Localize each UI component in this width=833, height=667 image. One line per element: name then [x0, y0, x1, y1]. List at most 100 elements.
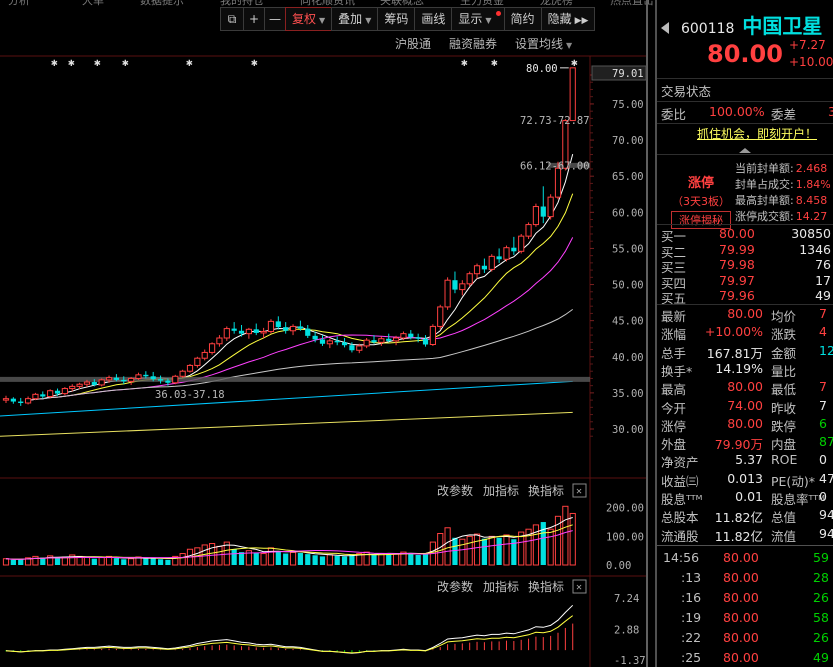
event-marker-icon[interactable]: ✱: [186, 56, 193, 69]
stat-label-2: 涨跌: [771, 327, 797, 343]
buy-row[interactable]: 买一 80.00 30850: [661, 226, 833, 244]
stat-label: 涨幅: [661, 327, 687, 343]
candle-body: [32, 393, 39, 400]
candle-body: [371, 340, 377, 343]
stat-row: 总手 167.81万金额 128: [661, 343, 833, 361]
candle-body: [267, 320, 275, 332]
stat-label-2: PE(动)*: [771, 473, 815, 489]
volume-bar: [452, 537, 458, 565]
candle-body: [69, 385, 76, 390]
macd-add-link[interactable]: 加指标: [483, 579, 519, 594]
vol-add-link[interactable]: 加指标: [483, 483, 519, 498]
weicha-value: 3: [828, 104, 833, 119]
stat-label: 今开: [661, 400, 687, 416]
expand-icon[interactable]: [657, 141, 833, 153]
volume-bar: [334, 555, 340, 565]
candle-body: [319, 339, 326, 344]
vol-switch-link[interactable]: 换指标: [528, 483, 564, 498]
stat-label-2: 均价: [771, 309, 797, 324]
kline-chart[interactable]: 79.01 75.00 70.00 65.00 60.00 55.00 50.00 45.00…: [0, 0, 648, 667]
event-marker-icon[interactable]: ✱: [491, 56, 498, 69]
volume-bar: [157, 559, 164, 565]
tick-price: 80.00: [723, 650, 759, 665]
candle-body: [54, 390, 61, 394]
candle-body: [98, 379, 105, 386]
price-tick-label: 30.00: [612, 424, 644, 436]
buy-row[interactable]: 买二 79.99 1346: [661, 242, 833, 260]
candle-body: [18, 401, 24, 403]
stat-label: 涨停: [661, 418, 687, 434]
stat-row: 换手* 14.19% 量比: [661, 361, 833, 379]
tick-row: 14:56 80.00 59: [661, 550, 833, 568]
collapse-arrow-icon[interactable]: [661, 22, 669, 34]
vol-param-link[interactable]: 改参数: [437, 483, 473, 498]
stat-row: 净资产 5.37 ROE 0: [661, 452, 833, 470]
event-marker-icon[interactable]: ✱: [94, 56, 101, 69]
volume-bar: [98, 557, 105, 566]
stat-value-2: 128: [819, 342, 833, 358]
buy-price: 80.00: [719, 226, 755, 241]
event-marker-icon[interactable]: ✱: [571, 56, 578, 69]
stat-value: 74.00: [727, 397, 763, 413]
stat-value: 11.82亿: [714, 510, 763, 526]
limit-stat-value: 1.84%: [795, 178, 831, 191]
volume-bar: [422, 552, 429, 565]
high-annotation: 80.00: [526, 63, 558, 75]
macd-switch-link[interactable]: 换指标: [528, 579, 564, 594]
candle-body: [150, 376, 156, 380]
stat-label-2: 股息率ᵀᵀᴹ: [771, 492, 825, 507]
candle-body: [312, 335, 318, 340]
candle-body: [253, 329, 259, 333]
volume-bar: [260, 553, 267, 566]
event-marker-icon[interactable]: ✱: [251, 56, 258, 69]
close-icon: ✕: [576, 486, 582, 497]
stat-label: 收益㈢: [661, 473, 699, 489]
volume-bar: [231, 549, 237, 565]
candle-body: [289, 325, 297, 332]
volume-bar: [562, 505, 569, 566]
candle-body: [452, 280, 458, 290]
stat-row: 涨停 80.00 跌停 6: [661, 416, 833, 434]
volume-bar: [267, 547, 275, 566]
buy-row[interactable]: 买四 79.97 17: [661, 273, 833, 291]
ma-line: [28, 153, 574, 401]
volume-bar: [128, 558, 135, 566]
stat-value: 14.19%: [715, 360, 763, 376]
buy-volume: 76: [815, 257, 831, 272]
buy-row[interactable]: 买五 79.96 49: [661, 288, 833, 306]
tick-row: :13 80.00 28: [661, 570, 833, 588]
event-marker-icon[interactable]: ✱: [122, 56, 129, 69]
volume-bar: [319, 556, 326, 565]
tick-time: :25: [681, 650, 702, 665]
volume-bar: [326, 554, 333, 566]
macd-dif-line: [5, 604, 574, 654]
buy-volume: 30850: [791, 226, 831, 241]
band-annotation: 66.12-67.00: [520, 160, 590, 172]
stat-value-2: 7: [819, 397, 827, 413]
stat-row: 股息ᵀᵀᴹ 0.01 股息率ᵀᵀᴹ 0: [661, 489, 833, 507]
event-marker-icon[interactable]: ✱: [51, 56, 58, 69]
candle-body: [10, 398, 16, 402]
stat-row: 涨幅 +10.00% 涨跌 4: [661, 324, 833, 342]
weibi-value: 100.00%: [709, 104, 765, 119]
volume-bar: [437, 533, 444, 566]
volume-bar: [305, 554, 311, 565]
candle-body: [547, 196, 554, 218]
buy-row[interactable]: 买三 79.98 76: [661, 257, 833, 275]
vol-tick-label: 200.00: [606, 503, 644, 515]
volume-bar: [459, 538, 466, 566]
event-marker-icon[interactable]: ✱: [461, 56, 468, 69]
volume-bar: [2, 558, 10, 566]
candle-body: [503, 247, 510, 260]
candle-body: [341, 342, 348, 346]
volume-bar: [150, 558, 156, 565]
candle-body: [128, 377, 135, 382]
tick-row: :22 80.00 26: [661, 630, 833, 648]
low-annotation: 36.03-37.18: [155, 389, 225, 401]
candle-body: [83, 381, 91, 385]
limit-up-title: 涨停: [687, 176, 714, 191]
macd-param-link[interactable]: 改参数: [437, 579, 473, 594]
volume-bar: [208, 543, 216, 566]
volume-bar: [165, 559, 171, 565]
event-marker-icon[interactable]: ✱: [68, 56, 75, 69]
